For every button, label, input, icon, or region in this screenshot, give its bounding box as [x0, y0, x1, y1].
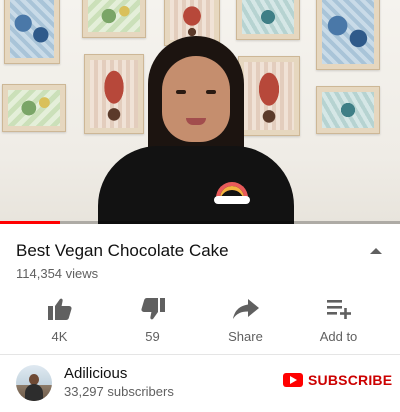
subscriber-count: 33,297 subscribers [64, 384, 174, 399]
caret-up-icon [370, 248, 382, 254]
share-label: Share [228, 329, 263, 344]
video-player[interactable] [0, 0, 400, 224]
subscribe-label: SUBSCRIBE [308, 372, 393, 388]
share-button[interactable]: Share [199, 294, 292, 344]
progress-bar[interactable] [0, 221, 400, 224]
add-to-button[interactable]: Add to [292, 294, 385, 344]
video-title-row[interactable]: Best Vegan Chocolate Cake [16, 240, 386, 262]
action-bar: 4K 59 Share Add to [0, 294, 400, 344]
playlist-add-icon [326, 296, 352, 322]
add-to-label: Add to [319, 329, 358, 344]
subscribe-button[interactable]: SUBSCRIBE [283, 372, 392, 388]
share-icon [232, 296, 259, 322]
thumbs-up-icon [47, 296, 73, 322]
wall-painting [2, 84, 66, 132]
wall-painting [316, 86, 380, 134]
thumbs-down-icon [140, 296, 166, 322]
wall-painting [316, 0, 380, 70]
progress-fill [0, 221, 60, 224]
channel-avatar[interactable] [16, 365, 52, 401]
expand-description-button[interactable] [366, 241, 386, 261]
view-count: 114,354 views [16, 266, 99, 281]
youtube-play-icon [283, 373, 303, 387]
like-button[interactable]: 4K [13, 294, 106, 344]
divider [0, 354, 400, 355]
dislike-button[interactable]: 59 [106, 294, 199, 344]
channel-name[interactable]: Adilicious [64, 365, 127, 382]
wall-painting [4, 0, 60, 64]
dislike-count: 59 [145, 329, 160, 344]
video-title: Best Vegan Chocolate Cake [16, 241, 229, 260]
channel-row: Adilicious 33,297 subscribers SUBSCRIBE [0, 356, 400, 412]
presenter [96, 28, 296, 224]
like-count: 4K [51, 329, 68, 344]
